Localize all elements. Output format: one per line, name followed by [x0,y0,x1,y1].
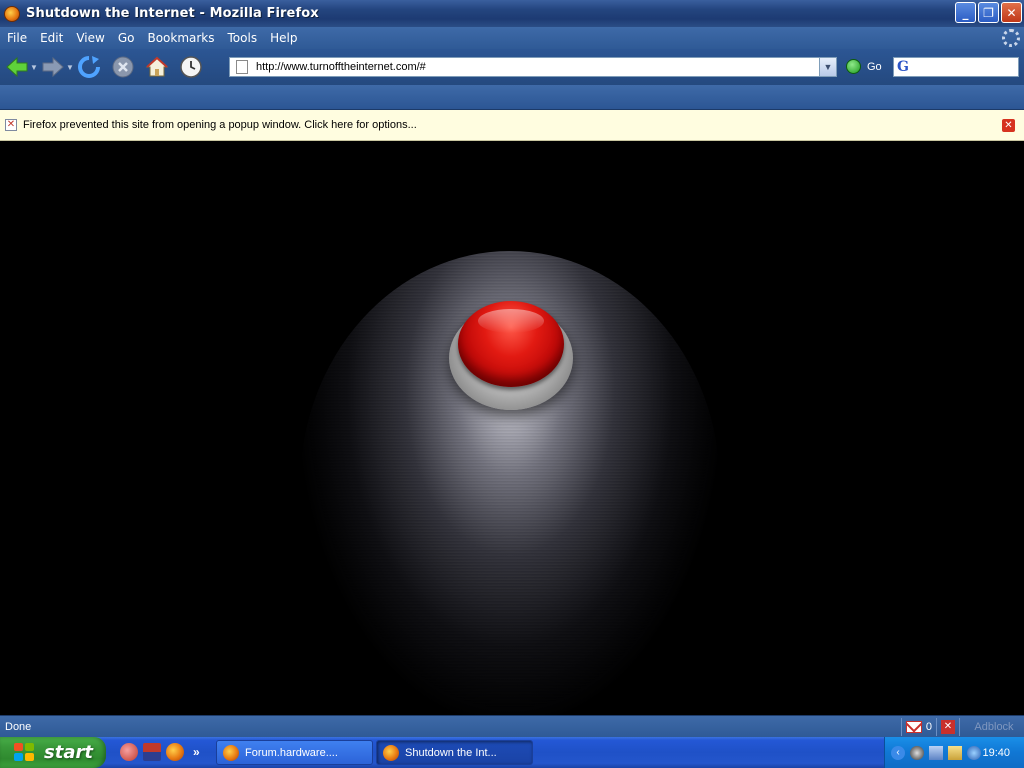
button-highlight [478,309,544,333]
window-title-bar[interactable]: Shutdown the Internet - Mozilla Firefox … [0,0,1024,27]
minimize-button[interactable]: _ [955,2,976,23]
taskbar-item-label: Forum.hardware.... [245,746,338,759]
taskbar-item-label: Shutdown the Int... [405,746,497,759]
steam-icon[interactable] [910,745,924,760]
bookmarks-toolbar [0,85,1024,110]
restore-button[interactable]: ❐ [978,2,999,23]
menu-help[interactable]: Help [270,31,297,45]
menu-bar: File Edit View Go Bookmarks Tools Help [0,27,1024,49]
back-arrow-icon [6,56,28,78]
back-button[interactable] [4,54,30,80]
clock-icon [180,56,202,78]
home-icon [145,56,169,77]
taskbar-item-forum[interactable]: Forum.hardware.... [216,740,373,765]
firefox-icon [383,744,399,761]
close-window-button[interactable]: ✕ [1001,2,1022,23]
firefox-icon [223,744,239,761]
home-button[interactable] [144,54,170,80]
gmail-unread-count: 0 [925,721,932,733]
url-dropdown-button[interactable]: ▼ [819,58,836,76]
adblock-label[interactable]: Adblock [964,721,1024,733]
navigation-toolbar: ▼ ▼ http://www.turnofftheinternet.com/# … [0,49,1024,85]
menu-go[interactable]: Go [118,31,135,45]
status-text: Done [5,720,32,733]
status-divider [900,718,902,736]
search-box[interactable]: G [893,57,1019,77]
stop-button[interactable] [110,54,136,80]
status-bar-extensions: 0 ✕ Adblock [897,716,1024,738]
thunderbird-icon[interactable] [120,743,138,761]
url-text[interactable]: http://www.turnofftheinternet.com/# [256,61,819,73]
stop-icon [112,56,134,78]
start-label: start [44,742,93,763]
window-controls: _ ❐ ✕ [955,2,1022,23]
go-icon [846,59,861,74]
popup-blocked-icon: ✕ [5,119,17,131]
start-button[interactable]: start [0,737,106,768]
menu-tools[interactable]: Tools [228,31,258,45]
security-shield-icon[interactable] [967,745,981,760]
menu-edit[interactable]: Edit [40,31,63,45]
app-star-icon[interactable] [143,743,161,761]
back-history-dropdown-icon[interactable]: ▼ [30,63,40,72]
big-red-shutdown-button[interactable] [458,301,564,387]
show-hidden-icons-button[interactable]: ‹ [891,745,905,760]
menu-bookmarks[interactable]: Bookmarks [147,31,214,45]
status-bar: Done 0 ✕ Adblock [0,715,1024,737]
google-search-engine-icon[interactable]: G [897,59,913,75]
firefox-quicklaunch-icon[interactable] [166,743,184,761]
taskbar-item-shutdown[interactable]: Shutdown the Int... [376,740,533,765]
forward-button[interactable] [40,54,66,80]
windows-logo-icon [14,742,36,763]
reload-button[interactable] [76,54,102,80]
window-title: Shutdown the Internet - Mozilla Firefox [26,6,319,21]
status-divider [959,718,960,736]
url-bar[interactable]: http://www.turnofftheinternet.com/# ▼ [229,57,837,77]
history-button[interactable] [178,54,204,80]
menu-view[interactable]: View [76,31,104,45]
popup-blocked-message[interactable]: Firefox prevented this site from opening… [23,119,417,131]
display-icon[interactable] [948,745,962,760]
close-notification-button[interactable]: ✕ [1002,119,1015,132]
quicklaunch-more-button[interactable]: » [193,745,200,759]
go-button[interactable]: Go [846,59,882,74]
quick-launch: » [120,743,200,761]
windows-taskbar: start » Forum.hardware.... Shutdown the … [0,737,1024,768]
menu-file[interactable]: File [7,31,27,45]
gmail-notifier-icon[interactable] [905,721,922,733]
popup-blocked-notification[interactable]: ✕ Firefox prevented this site from openi… [0,110,1024,141]
adblock-icon[interactable]: ✕ [941,720,955,734]
status-divider [936,718,937,736]
firefox-icon [4,5,20,22]
forward-arrow-icon [42,56,64,78]
reload-icon [78,56,100,78]
page-content [0,141,1024,715]
forward-history-dropdown-icon[interactable]: ▼ [66,63,76,72]
system-tray: ‹ 19:40 [884,737,1024,768]
page-icon [236,60,248,74]
go-label: Go [867,60,882,73]
network-icon[interactable] [929,745,943,760]
system-clock[interactable]: 19:40 [982,747,1010,759]
throbber-icon [1002,29,1020,47]
